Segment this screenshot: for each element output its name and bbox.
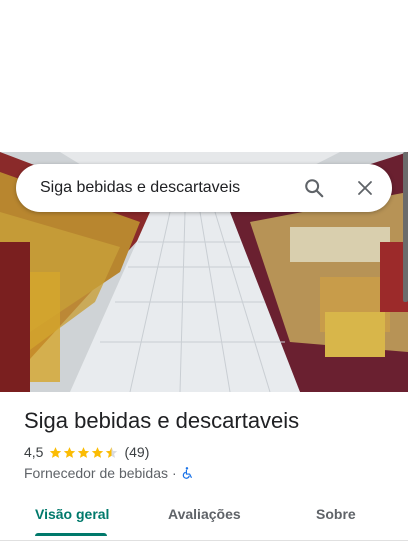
search-input[interactable]: Siga bebidas e descartaveis — [40, 179, 240, 197]
reviews-count[interactable]: (49) — [124, 444, 149, 460]
star-icon — [92, 446, 104, 458]
place-category: Fornecedor de bebidas — [24, 465, 168, 481]
tab-about[interactable]: Sobre — [316, 506, 356, 522]
rating-value: 4,5 — [24, 444, 44, 460]
wheelchair-icon — [182, 467, 192, 479]
category-row: Fornecedor de bebidas · — [24, 465, 194, 481]
place-title: Siga bebidas e descartaveis — [24, 408, 300, 433]
star-icon — [50, 446, 62, 458]
star-icon — [64, 446, 76, 458]
rating-stars — [49, 446, 119, 459]
close-button[interactable] — [349, 172, 381, 204]
place-tabs: Visão geral Avaliações Sobre — [0, 496, 408, 536]
close-icon — [358, 181, 372, 195]
star-half-icon — [106, 446, 118, 458]
search-button[interactable] — [298, 172, 330, 204]
active-tab-indicator — [35, 533, 107, 536]
tab-overview[interactable]: Visão geral — [35, 506, 109, 522]
tabs-divider — [0, 540, 408, 541]
tab-reviews[interactable]: Avaliações — [168, 506, 241, 522]
search-icon — [305, 179, 324, 198]
rating-row[interactable]: 4,5 (49) — [24, 444, 149, 460]
separator-dot: · — [172, 465, 177, 481]
star-icon — [78, 446, 90, 458]
scrollbar[interactable] — [403, 152, 408, 302]
search-bar[interactable]: Siga bebidas e descartaveis — [16, 164, 392, 212]
